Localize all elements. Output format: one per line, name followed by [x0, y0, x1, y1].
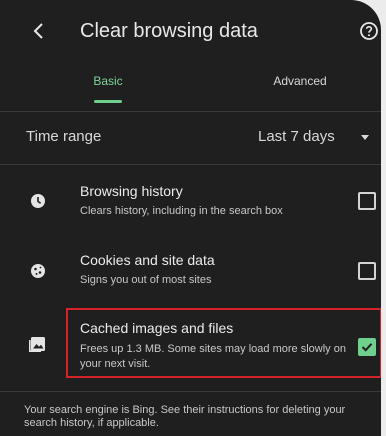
tab-advanced[interactable]: Advanced	[252, 64, 348, 110]
clock-icon	[31, 194, 45, 208]
option-title: Browsing history	[80, 183, 183, 199]
help-circle-icon	[360, 22, 378, 40]
app-screen: Clear browsing data Basic Advanced Time …	[0, 0, 381, 436]
help-button[interactable]	[358, 20, 380, 42]
tab-basic[interactable]: Basic	[70, 64, 146, 110]
divider	[0, 391, 381, 392]
divider	[0, 111, 381, 112]
option-subtitle: Signs you out of most sites	[80, 274, 212, 286]
option-subtitle: Clears history, including in the search …	[80, 205, 283, 217]
tab-basic-label: Basic	[93, 74, 123, 88]
tab-bar: Basic Advanced	[0, 64, 381, 110]
page-title: Clear browsing data	[80, 20, 258, 42]
time-range-dropdown[interactable]: Time range Last 7 days	[0, 116, 381, 160]
back-button[interactable]	[22, 14, 56, 48]
tab-selected-indicator	[94, 100, 122, 103]
chevron-left-icon	[33, 23, 43, 39]
image-icon	[29, 337, 45, 352]
dropdown-arrow-icon	[361, 135, 369, 140]
time-range-label: Time range	[26, 128, 102, 145]
cookie-icon	[31, 264, 45, 278]
time-range-value: Last 7 days	[258, 128, 335, 145]
highlight-annotation	[66, 308, 381, 378]
top-app-bar: Clear browsing data	[0, 0, 381, 64]
cookies-checkbox[interactable]	[358, 262, 376, 280]
search-engine-note: Your search engine is Bing. See their in…	[24, 404, 346, 429]
option-title: Cookies and site data	[80, 252, 215, 268]
option-cookies[interactable]: Cookies and site data Signs you out of m…	[0, 242, 381, 304]
option-browsing-history[interactable]: Browsing history Clears history, includi…	[0, 172, 381, 234]
tab-advanced-label: Advanced	[273, 74, 327, 88]
divider	[0, 164, 381, 165]
browsing-history-checkbox[interactable]	[358, 192, 376, 210]
